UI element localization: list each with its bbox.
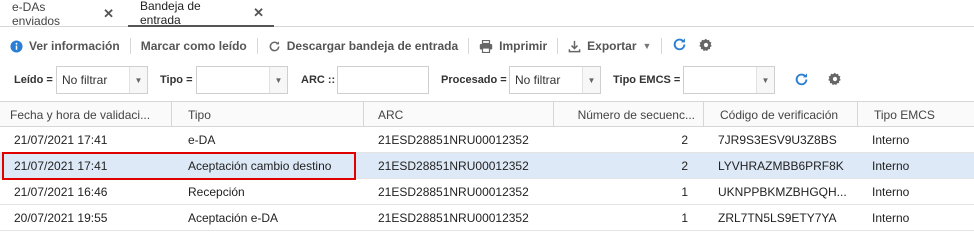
chevron-down-icon: ▼ xyxy=(642,41,652,51)
gear-icon xyxy=(828,72,841,86)
cell-arc: 21ESD28851NRU00012352 xyxy=(378,159,529,173)
cell-tipo-emcs: Interno xyxy=(872,133,910,147)
table-header: Fecha y hora de validaci... Tipo ARC Núm… xyxy=(0,101,974,127)
cell-codigo: UKNPPBKMZBHGQH... xyxy=(718,185,847,199)
tipo-emcs-filter-label: Tipo EMCS = xyxy=(613,74,681,86)
column-header-fecha[interactable]: Fecha y hora de validaci... xyxy=(0,102,172,127)
arc-filter-label: ARC :: xyxy=(301,74,336,86)
table-row[interactable]: 21/07/2021 17:41 e-DA 21ESD28851NRU00012… xyxy=(0,127,974,153)
cell-arc: 21ESD28851NRU00012352 xyxy=(378,185,529,199)
cell-numero: 2 xyxy=(681,133,688,147)
column-header-numero-secuencia[interactable]: Número de secuenc... xyxy=(554,102,704,127)
leido-filter-select[interactable]: No filtrar ▼ xyxy=(56,66,148,94)
cell-codigo: LYVHRAZMBB6PRF8K xyxy=(718,159,844,173)
filter-bar: Leído = No filtrar ▼ Tipo = ▼ ARC :: Pro… xyxy=(0,66,974,96)
cell-codigo: 7JR9S3ESV9U3Z8BS xyxy=(718,133,837,147)
chevron-down-icon[interactable]: ▼ xyxy=(582,67,600,93)
cell-numero: 1 xyxy=(681,211,688,225)
table-row[interactable]: 21/07/2021 17:41 Aceptación cambio desti… xyxy=(0,153,974,179)
cell-numero: 1 xyxy=(681,185,688,199)
cell-codigo: ZRL7TN5LS9ETY7YA xyxy=(718,211,837,225)
cell-fecha: 21/07/2021 17:41 xyxy=(14,133,108,147)
cell-tipo-emcs: Interno xyxy=(872,185,910,199)
imprimir-label: Imprimir xyxy=(499,39,548,53)
exportar-label: Exportar xyxy=(587,39,637,53)
tipo-filter-select[interactable]: ▼ xyxy=(196,66,288,94)
tab-bandeja-de-entrada[interactable]: Bandeja de entrada ✕ xyxy=(128,0,274,27)
cell-tipo: Aceptación e-DA xyxy=(188,211,279,225)
column-header-arc[interactable]: ARC xyxy=(364,102,554,127)
table-row[interactable]: 20/07/2021 19:55 Aceptación e-DA 21ESD28… xyxy=(0,205,974,231)
tab-label: Bandeja de entrada xyxy=(140,0,201,27)
refresh-button[interactable] xyxy=(662,33,693,59)
chevron-down-icon[interactable]: ▼ xyxy=(129,67,147,93)
settings-button[interactable] xyxy=(693,33,719,59)
tipo-emcs-filter-select[interactable]: ▼ xyxy=(683,66,775,94)
cell-fecha: 20/07/2021 19:55 xyxy=(14,211,108,225)
exportar-button[interactable]: Exportar ▼ xyxy=(558,33,661,59)
imprimir-button[interactable]: Imprimir xyxy=(469,33,557,59)
chevron-down-icon[interactable]: ▼ xyxy=(269,67,287,93)
info-icon xyxy=(10,39,23,53)
marcar-leido-label: Marcar como leído xyxy=(140,39,247,53)
printer-icon xyxy=(479,39,493,53)
filter-settings-button[interactable] xyxy=(828,72,842,89)
arc-filter-input[interactable] xyxy=(337,66,429,94)
leido-filter-value: No filtrar xyxy=(62,73,108,87)
leido-filter-label: Leído = xyxy=(14,74,53,86)
cell-tipo: Recepción xyxy=(188,185,245,199)
tab-bar: e-DAs enviados ✕ Bandeja de entrada ✕ xyxy=(0,0,974,28)
cell-arc: 21ESD28851NRU00012352 xyxy=(378,133,529,147)
close-icon[interactable]: ✕ xyxy=(103,6,114,22)
download-icon xyxy=(568,40,581,53)
column-header-tipo[interactable]: Tipo xyxy=(172,102,364,127)
cell-arc: 21ESD28851NRU00012352 xyxy=(378,211,529,225)
table-row[interactable]: 21/07/2021 16:46 Recepción 21ESD28851NRU… xyxy=(0,179,974,205)
refresh-icon xyxy=(672,37,687,55)
cell-fecha: 21/07/2021 17:41 xyxy=(14,159,108,173)
marcar-leido-button[interactable]: Marcar como leído xyxy=(131,33,257,59)
tab-edas-enviados[interactable]: e-DAs enviados ✕ xyxy=(0,0,124,28)
cell-tipo-emcs: Interno xyxy=(872,211,910,225)
toolbar: Ver información Marcar como leído Descar… xyxy=(0,33,974,59)
chevron-down-icon[interactable]: ▼ xyxy=(756,67,774,93)
filter-refresh-button[interactable] xyxy=(794,72,809,90)
cell-numero: 2 xyxy=(681,159,688,173)
refresh-icon xyxy=(268,40,281,53)
procesado-filter-select[interactable]: No filtrar ▼ xyxy=(509,66,601,94)
ver-informacion-label: Ver información xyxy=(29,39,120,53)
refresh-icon xyxy=(795,73,808,86)
procesado-filter-label: Procesado = xyxy=(441,74,507,86)
tab-label: e-DAs enviados xyxy=(12,0,61,28)
procesado-filter-value: No filtrar xyxy=(515,73,561,87)
close-icon[interactable]: ✕ xyxy=(253,5,264,21)
column-header-tipo-emcs[interactable]: Tipo EMCS xyxy=(858,102,974,127)
cell-fecha: 21/07/2021 16:46 xyxy=(14,185,108,199)
column-header-codigo-verificacion[interactable]: Código de verificación xyxy=(704,102,858,127)
ver-informacion-button[interactable]: Ver información xyxy=(0,33,130,59)
cell-tipo: Aceptación cambio destino xyxy=(188,159,332,173)
cell-tipo: e-DA xyxy=(188,133,216,147)
descargar-bandeja-label: Descargar bandeja de entrada xyxy=(286,39,459,53)
gear-icon xyxy=(699,38,713,55)
descargar-bandeja-button[interactable]: Descargar bandeja de entrada xyxy=(258,33,468,59)
tipo-filter-label: Tipo = xyxy=(160,74,193,86)
cell-tipo-emcs: Interno xyxy=(872,159,910,173)
